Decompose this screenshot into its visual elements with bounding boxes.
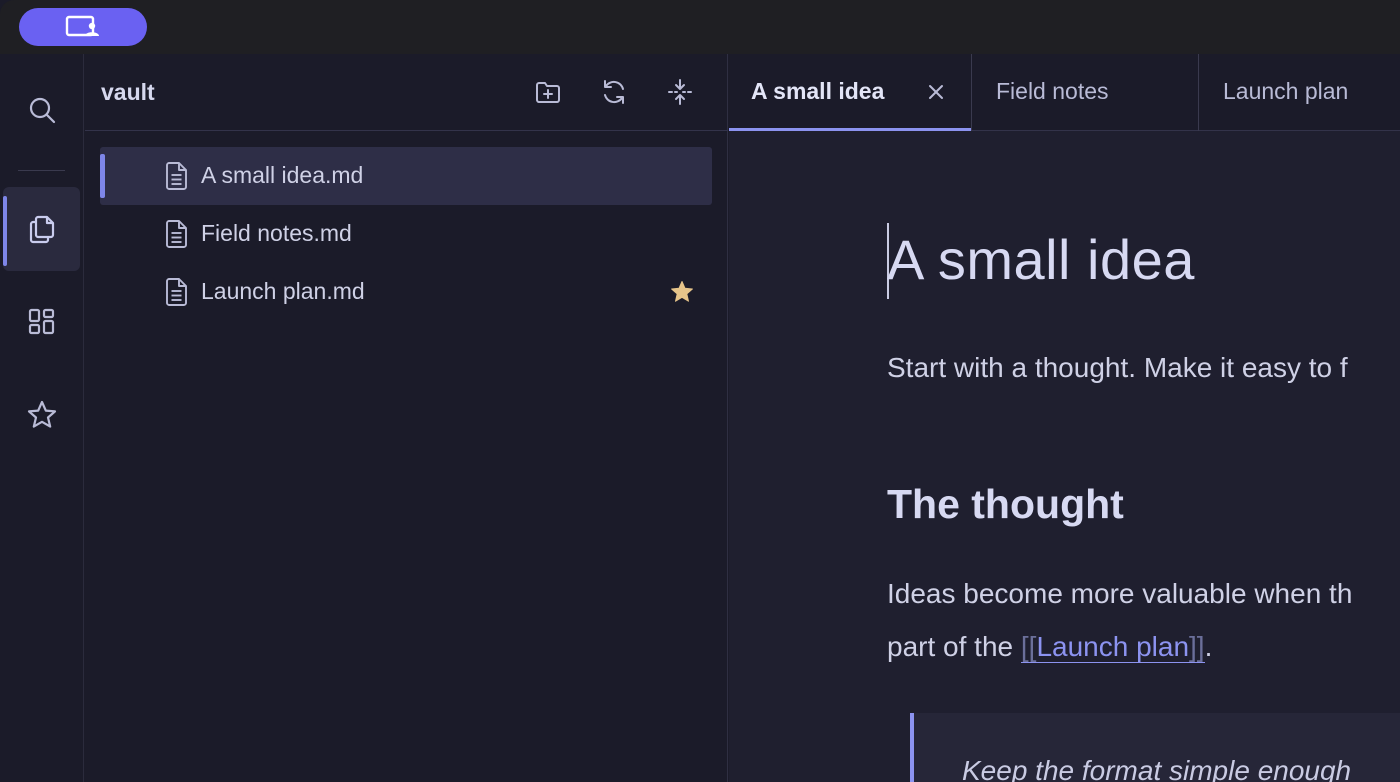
ribbon-search-button[interactable] <box>3 68 80 152</box>
file-icon <box>166 278 187 306</box>
file-item-a-small-idea[interactable]: A small idea.md <box>100 147 712 205</box>
ribbon-starred-button[interactable] <box>3 373 80 457</box>
collapse-icon <box>668 79 692 105</box>
wikilink-close-brackets: ]] <box>1189 631 1205 662</box>
tab-a-small-idea[interactable]: A small idea <box>729 54 972 132</box>
document-heading[interactable]: The thought <box>887 481 1124 528</box>
collapse-all-button[interactable] <box>660 74 700 110</box>
screen-share-button[interactable] <box>19 8 147 46</box>
tab-bar: A small idea Field notes Launch plan <box>729 54 1400 132</box>
tab-label: Launch plan <box>1223 78 1349 104</box>
document-paragraph-line[interactable]: part of the [[Launch plan]]. <box>887 631 1212 663</box>
active-file-indicator <box>100 154 105 198</box>
document-title[interactable]: A small idea <box>887 227 1195 292</box>
wikilink-text: Launch plan <box>1036 631 1190 662</box>
star-icon <box>27 400 56 428</box>
close-icon[interactable] <box>924 80 948 104</box>
ribbon-active-indicator <box>3 196 7 266</box>
search-icon <box>29 97 55 124</box>
document-paragraph[interactable]: Ideas become more valuable when th <box>887 578 1352 610</box>
file-label: Field notes.md <box>201 220 352 246</box>
tab-field-notes[interactable]: Field notes <box>972 54 1199 131</box>
file-item-launch-plan[interactable]: Launch plan.md <box>100 263 712 321</box>
ribbon-divider <box>18 170 65 171</box>
starred-star-icon[interactable] <box>670 280 694 304</box>
file-icon <box>166 162 187 190</box>
refresh-button[interactable] <box>594 74 634 110</box>
document-paragraph[interactable]: Start with a thought. Make it easy to f <box>887 352 1348 384</box>
left-ribbon <box>0 54 84 782</box>
files-icon <box>29 215 54 244</box>
paragraph-text: . <box>1204 631 1213 662</box>
app-window: vault A small idea.md Field notes.md Lau… <box>0 0 1400 782</box>
file-item-field-notes[interactable]: Field notes.md <box>100 205 712 263</box>
ribbon-files-button[interactable] <box>3 187 80 271</box>
blockquote[interactable]: Keep the format simple enough <box>910 713 1400 782</box>
tab-label: Field notes <box>996 78 1109 104</box>
refresh-icon <box>604 80 624 104</box>
blockquote-text: Keep the format simple enough <box>962 755 1352 782</box>
editor-pane[interactable]: A small idea Start with a thought. Make … <box>729 131 1400 782</box>
wikilink-open-brackets: [[ <box>1020 631 1037 662</box>
wikilink-launch-plan[interactable]: [[Launch plan]] <box>1020 631 1205 663</box>
ribbon-grid-button[interactable] <box>3 280 80 364</box>
title-bar <box>0 0 1400 54</box>
grid-icon <box>28 308 54 335</box>
file-label: Launch plan.md <box>201 278 365 304</box>
new-folder-button[interactable] <box>528 74 568 110</box>
new-folder-icon <box>536 82 560 103</box>
tab-launch-plan[interactable]: Launch plan <box>1199 54 1400 131</box>
paragraph-text: part of the <box>887 631 1021 662</box>
tab-label: A small idea <box>751 78 885 104</box>
file-icon <box>166 220 187 248</box>
file-explorer: vault A small idea.md Field notes.md Lau… <box>85 54 728 782</box>
file-label: A small idea.md <box>201 162 364 188</box>
screen-share-user-icon <box>65 15 99 37</box>
explorer-header: vault <box>85 54 728 131</box>
vault-title: vault <box>101 79 155 105</box>
